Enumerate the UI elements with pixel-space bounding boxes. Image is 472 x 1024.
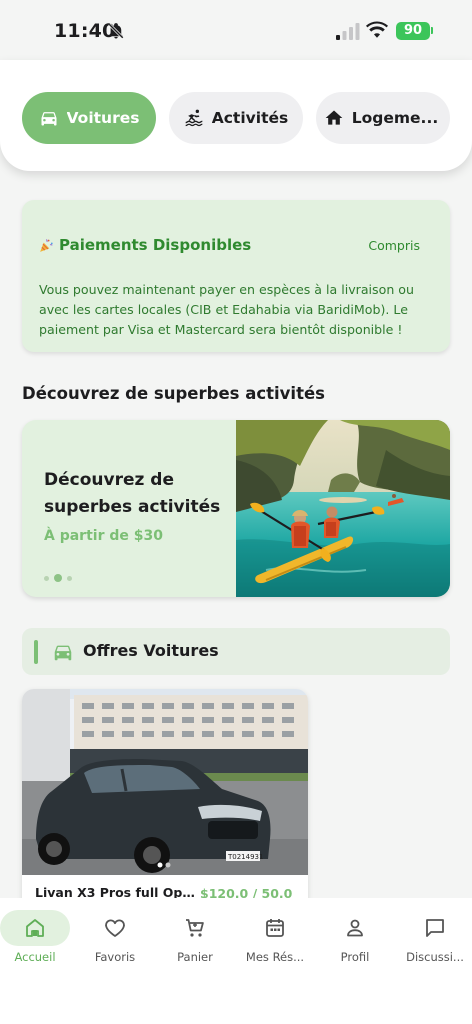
activity-icon [185, 109, 203, 127]
bottom-navigation: Accueil Favoris Panier Mes Rés... Profil… [0, 898, 472, 1024]
car-icon [54, 645, 72, 661]
carousel-dots [44, 574, 72, 582]
kayak-lagoon-image [236, 420, 450, 597]
home-icon [26, 919, 44, 937]
payment-notice: Paiements Disponibles Compris Vous pouve… [22, 200, 450, 352]
nav-mes-reservations-label: Mes Rés... [245, 950, 305, 964]
carousel-dot-active[interactable] [54, 574, 62, 582]
chat-icon [426, 919, 444, 937]
status-bar: 11:40 90 [0, 0, 472, 64]
nav-accueil[interactable]: Accueil [0, 910, 74, 964]
tab-logements-label: Logeme... [351, 109, 439, 127]
activities-section-title: Découvrez de superbes activités [22, 384, 325, 403]
bell-off-icon [108, 23, 124, 39]
activity-promo-card[interactable]: Découvrez de superbes activités À partir… [22, 420, 450, 597]
party-popper-icon [40, 238, 53, 252]
offers-section-header: Offres Voitures [22, 628, 450, 675]
nav-favoris-label: Favoris [94, 950, 136, 964]
offers-accent-bar [34, 640, 38, 664]
cart-icon [186, 919, 204, 937]
notice-body: Vous pouvez maintenant payer en espèces … [39, 282, 414, 337]
license-plate: T0214931 [227, 853, 263, 861]
promo-price: À partir de $30 [44, 528, 163, 544]
tab-activites[interactable]: Activités [169, 92, 303, 144]
tab-voitures[interactable]: Voitures [22, 92, 156, 144]
person-icon [347, 919, 363, 937]
promo-title: Découvrez de superbes activités [44, 470, 221, 517]
nav-accueil-label: Accueil [14, 950, 56, 964]
car-photo: T0214931 [22, 689, 308, 875]
nav-discussions-label: Discussi... [406, 950, 464, 964]
battery-indicator: 90 [396, 22, 430, 40]
nav-favoris[interactable]: Favoris [76, 910, 154, 964]
car-icon [41, 112, 57, 126]
nav-mes-reservations[interactable]: Mes Rés... [236, 910, 314, 964]
tab-voitures-label: Voitures [66, 109, 140, 127]
wifi-icon [366, 21, 388, 38]
home-icon [325, 110, 343, 125]
nav-profil-label: Profil [340, 950, 370, 964]
calendar-icon [266, 919, 284, 937]
nav-discussions[interactable]: Discussi... [396, 910, 472, 964]
notice-dismiss-button[interactable]: Compris [368, 238, 420, 253]
carousel-dot[interactable] [67, 575, 72, 581]
carousel-dot[interactable] [44, 575, 49, 581]
category-panel: Voitures Activités Logeme... [0, 60, 472, 171]
heart-icon [105, 919, 125, 937]
notice-title-row: Paiements Disponibles [38, 236, 251, 254]
nav-panier[interactable]: Panier [156, 910, 234, 964]
battery-tip [431, 27, 433, 34]
nav-panier-label: Panier [177, 950, 213, 964]
nav-profil[interactable]: Profil [316, 910, 394, 964]
signal-icon [336, 23, 360, 40]
tab-activites-label: Activités [211, 109, 289, 127]
offers-title: Offres Voitures [83, 641, 219, 660]
car-offer-card[interactable]: T0214931 Livan X3 Pros full Optio... $12… [22, 689, 308, 919]
notice-title: Paiements Disponibles [59, 236, 252, 254]
tab-logements[interactable]: Logeme... [316, 92, 450, 144]
